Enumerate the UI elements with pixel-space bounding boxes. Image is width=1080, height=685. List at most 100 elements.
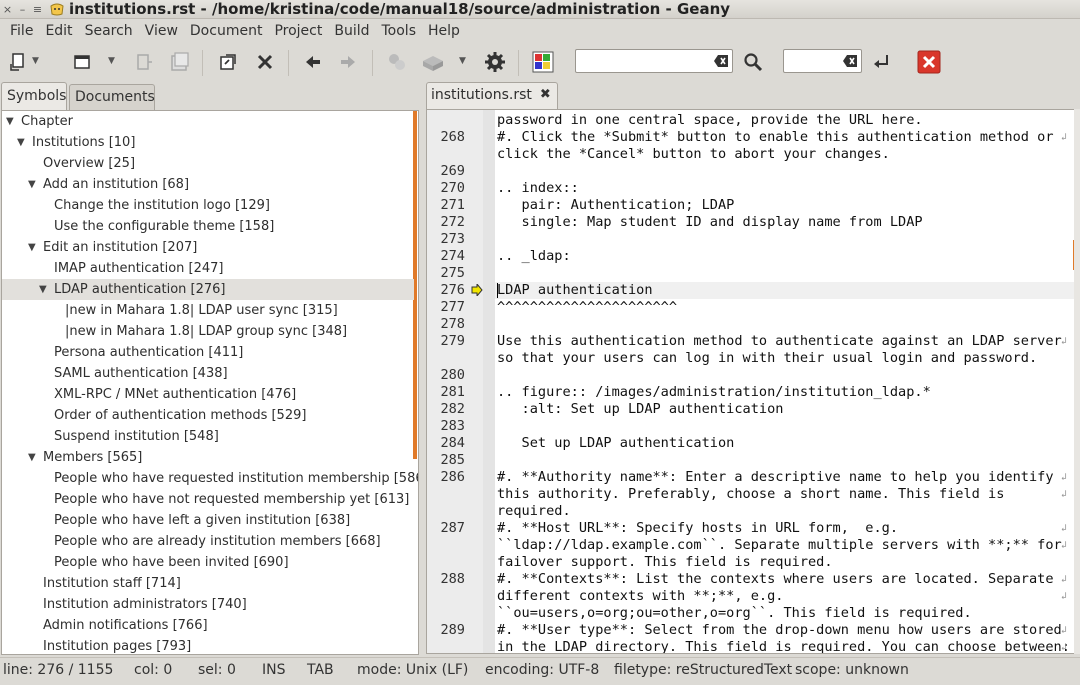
save-all-button[interactable] — [168, 50, 192, 74]
clear-goto-icon[interactable] — [842, 54, 858, 68]
clear-search-icon[interactable] — [713, 54, 729, 68]
expander-icon[interactable]: ▼ — [17, 132, 29, 153]
close-file-button[interactable] — [253, 50, 277, 74]
preferences-button[interactable] — [483, 50, 507, 74]
compile-button[interactable] — [385, 50, 409, 74]
line-number: 288 — [440, 571, 465, 587]
code-editor[interactable]: password in one central space, provide t… — [426, 109, 1078, 654]
code-line: .. figure:: /images/administration/insti… — [497, 384, 931, 400]
tree-item[interactable]: Institution pages [793] — [2, 636, 414, 654]
line-number: 278 — [440, 316, 465, 332]
tree-item[interactable]: ▼ Chapter — [2, 111, 414, 132]
tree-item[interactable]: People who have left a given institution… — [2, 510, 414, 531]
line-number: 268 — [440, 129, 465, 145]
build-button[interactable] — [421, 50, 445, 74]
code-line: password in one central space, provide t… — [497, 112, 923, 128]
arrow-right-icon — [341, 56, 355, 68]
tree-item[interactable]: Institution administrators [740] — [2, 594, 414, 615]
tree-item[interactable]: Institution staff [714] — [2, 573, 414, 594]
tree-item[interactable]: ▼ Members [565] — [2, 447, 414, 468]
close-tab-icon[interactable]: ✖ — [540, 87, 551, 102]
code-line: ``ou=users,o=org;ou=other,o=org``. This … — [497, 605, 972, 621]
menu-bar: File Edit Search View Document Project B… — [0, 20, 1080, 42]
tree-item[interactable]: Persona authentication [411] — [2, 342, 414, 363]
marker-margin[interactable] — [483, 110, 495, 653]
code-line: so that your users can log in with their… — [497, 350, 1038, 366]
expander-icon[interactable]: ▼ — [28, 237, 40, 258]
tree-item[interactable]: Use the configurable theme [158] — [2, 216, 414, 237]
menu-search[interactable]: Search — [79, 23, 139, 39]
tree-item[interactable]: ▼ Institutions [10] — [2, 132, 414, 153]
find-button[interactable] — [741, 50, 765, 74]
reload-button[interactable] — [216, 50, 240, 74]
line-number: 276 — [440, 282, 465, 298]
expander-icon[interactable]: ▼ — [28, 447, 40, 468]
tree-item[interactable]: |new in Mahara 1.8| LDAP user sync [315] — [2, 300, 414, 321]
build-dropdown-icon[interactable]: ▼ — [459, 56, 469, 66]
toolbar-separator — [518, 50, 519, 76]
tree-item[interactable]: People who have not requested membership… — [2, 489, 414, 510]
menu-edit[interactable]: Edit — [39, 23, 78, 39]
navigate-forward-button[interactable] — [336, 50, 360, 74]
tree-item[interactable]: People who have been invited [690] — [2, 552, 414, 573]
tree-item[interactable]: Overview [25] — [2, 153, 414, 174]
tree-item[interactable]: ▼ Edit an institution [207] — [2, 237, 414, 258]
navigate-back-button[interactable] — [301, 50, 325, 74]
menu-document[interactable]: Document — [184, 23, 269, 39]
expander-icon[interactable]: ▼ — [39, 279, 51, 300]
window-menu-button[interactable]: ≡ — [30, 3, 45, 16]
line-number: 272 — [440, 214, 465, 230]
code-line: failover support. This field is required… — [497, 554, 833, 570]
menu-project[interactable]: Project — [268, 23, 328, 39]
close-window-button[interactable]: × — [0, 3, 15, 16]
tree-item[interactable]: XML-RPC / MNet authentication [476] — [2, 384, 414, 405]
menu-build[interactable]: Build — [328, 23, 375, 39]
tree-item[interactable]: IMAP authentication [247] — [2, 258, 414, 279]
tree-item-label: Institution administrators [740] — [43, 597, 247, 612]
tree-item[interactable]: ▼ LDAP authentication [276] — [2, 279, 414, 300]
menu-help[interactable]: Help — [422, 23, 466, 39]
minimize-window-button[interactable]: – — [15, 3, 30, 16]
tree-item[interactable]: ▼ Add an institution [68] — [2, 174, 414, 195]
line-number: 270 — [440, 180, 465, 196]
code-line: single: Map student ID and display name … — [497, 214, 923, 230]
code-line: #. **Host URL**: Specify hosts in URL fo… — [497, 520, 899, 536]
wrap-indicator-icon: ↲ — [1061, 642, 1068, 653]
status-scope: scope: unknown — [795, 662, 909, 678]
tree-item[interactable]: Order of authentication methods [529] — [2, 405, 414, 426]
tree-item[interactable]: SAML authentication [438] — [2, 363, 414, 384]
open-file-dropdown-icon[interactable]: ▼ — [108, 56, 118, 66]
geany-window: × – ≡ institutions.rst - /home/kristina/… — [0, 0, 1080, 685]
menu-tools[interactable]: Tools — [376, 23, 423, 39]
search-field[interactable] — [575, 49, 733, 73]
search-input[interactable] — [576, 50, 732, 72]
new-file-button[interactable] — [6, 50, 30, 74]
tree-item[interactable]: |new in Mahara 1.8| LDAP group sync [348… — [2, 321, 414, 342]
tab-institutions-rst[interactable]: institutions.rst ✖ — [426, 82, 558, 109]
expander-icon[interactable]: ▼ — [6, 111, 18, 132]
tree-item[interactable]: People who have requested institution me… — [2, 468, 418, 489]
wrap-indicator-icon: ↲ — [1061, 574, 1068, 585]
save-button[interactable] — [132, 50, 156, 74]
goto-line-field[interactable] — [783, 49, 862, 73]
tab-documents[interactable]: Documents — [69, 84, 155, 110]
geany-app-icon — [50, 3, 64, 16]
symbol-tree[interactable]: ▼ Chapter ▼ Institutions [10] Overview [25] ▼… — [1, 110, 419, 655]
tree-item[interactable]: People who are already institution membe… — [2, 531, 414, 552]
gear-icon — [485, 52, 505, 72]
title-bar: × – ≡ institutions.rst - /home/kristina/… — [0, 0, 1080, 19]
expander-icon[interactable]: ▼ — [28, 174, 40, 195]
menu-file[interactable]: File — [4, 23, 39, 39]
menu-view[interactable]: View — [139, 23, 184, 39]
color-chooser-button[interactable] — [531, 50, 555, 74]
goto-line-button[interactable] — [870, 50, 894, 74]
tree-item[interactable]: Admin notifications [766] — [2, 615, 414, 636]
tab-symbols[interactable]: Symbols — [1, 82, 67, 110]
open-file-button[interactable] — [70, 50, 94, 74]
line-number: 282 — [440, 401, 465, 417]
quit-button[interactable] — [917, 50, 941, 74]
tree-item[interactable]: Change the institution logo [129] — [2, 195, 414, 216]
editor-scrollbar[interactable] — [1074, 109, 1080, 654]
tree-item[interactable]: Suspend institution [548] — [2, 426, 414, 447]
new-file-dropdown-icon[interactable]: ▼ — [32, 56, 42, 66]
